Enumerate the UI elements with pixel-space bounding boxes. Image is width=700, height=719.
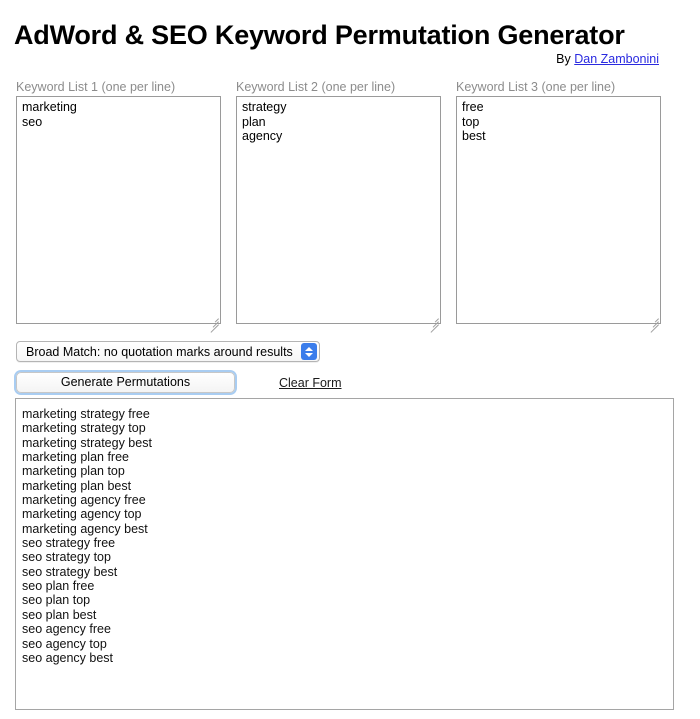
result-line: seo plan best <box>22 608 673 622</box>
keyword-list-2-wrapper <box>236 96 441 329</box>
keyword-list-2-group: Keyword List 2 (one per line) <box>236 80 441 329</box>
keyword-list-2-label: Keyword List 2 (one per line) <box>236 80 441 94</box>
result-line: seo plan top <box>22 593 673 607</box>
result-line: marketing agency top <box>22 507 673 521</box>
result-line: seo plan free <box>22 579 673 593</box>
result-line: seo agency free <box>22 622 673 636</box>
result-line: seo strategy best <box>22 565 673 579</box>
keyword-list-3-group: Keyword List 3 (one per line) <box>456 80 661 329</box>
generate-permutations-button[interactable]: Generate Permutations <box>16 372 235 393</box>
keyword-list-1-group: Keyword List 1 (one per line) <box>16 80 221 329</box>
keyword-list-1-wrapper <box>16 96 221 329</box>
result-line: marketing strategy best <box>22 436 673 450</box>
keyword-list-1-input[interactable] <box>16 96 221 324</box>
result-line: seo strategy free <box>22 536 673 550</box>
result-line: seo strategy top <box>22 550 673 564</box>
result-line: marketing agency best <box>22 522 673 536</box>
results-output[interactable]: marketing strategy freemarketing strateg… <box>15 398 674 710</box>
byline-prefix: By <box>556 52 574 66</box>
result-line: marketing strategy top <box>22 421 673 435</box>
keyword-list-3-input[interactable] <box>456 96 661 324</box>
keyword-list-2-input[interactable] <box>236 96 441 324</box>
author-link[interactable]: Dan Zambonini <box>574 52 659 66</box>
keyword-list-3-label: Keyword List 3 (one per line) <box>456 80 661 94</box>
result-line: marketing plan free <box>22 450 673 464</box>
result-line: marketing plan top <box>22 464 673 478</box>
match-type-selected-value: Broad Match: no quotation marks around r… <box>26 345 301 359</box>
keyword-list-3-wrapper <box>456 96 661 329</box>
clear-form-link[interactable]: Clear Form <box>279 376 342 390</box>
result-line: marketing plan best <box>22 479 673 493</box>
chevron-updown-icon[interactable] <box>301 343 317 360</box>
page-title: AdWord & SEO Keyword Permutation Generat… <box>14 20 625 51</box>
app-page: AdWord & SEO Keyword Permutation Generat… <box>0 0 700 719</box>
result-line: marketing agency free <box>22 493 673 507</box>
byline: By Dan Zambonini <box>556 52 659 66</box>
keyword-list-1-label: Keyword List 1 (one per line) <box>16 80 221 94</box>
result-line: seo agency best <box>22 651 673 665</box>
match-type-select[interactable]: Broad Match: no quotation marks around r… <box>16 341 320 362</box>
result-line: marketing strategy free <box>22 407 673 421</box>
result-line: seo agency top <box>22 637 673 651</box>
